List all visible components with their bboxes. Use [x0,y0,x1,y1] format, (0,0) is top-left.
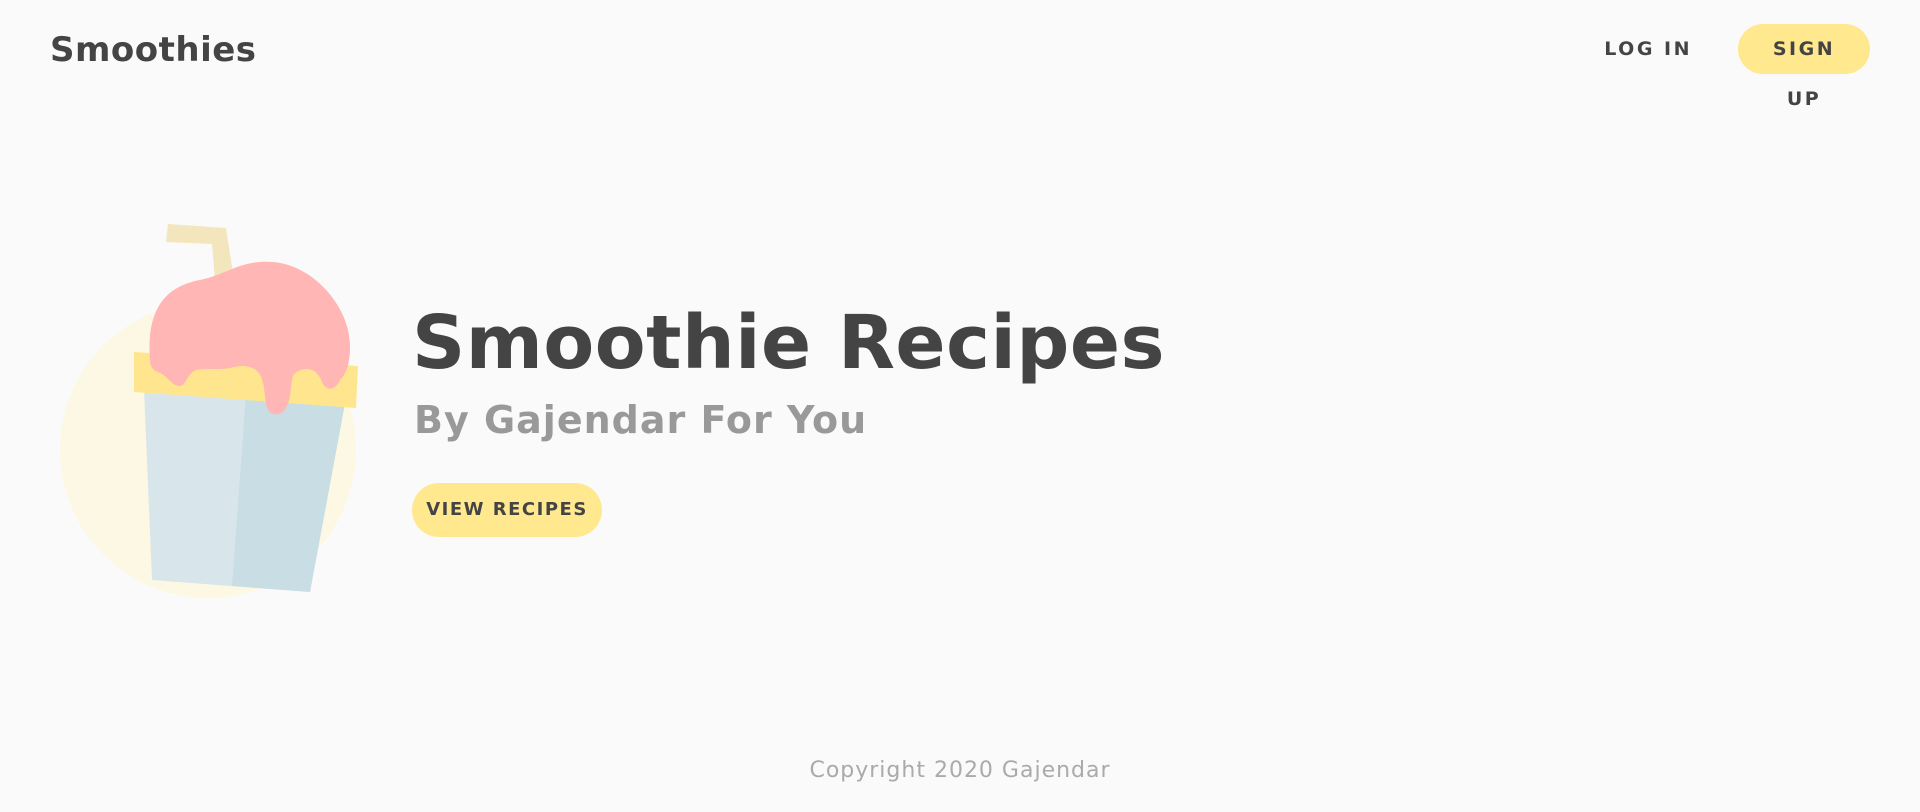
hero-subtitle: By Gajendar For You [414,398,868,442]
signup-button[interactable]: SIGN UP [1738,24,1870,110]
brand-logo[interactable]: Smoothies [50,30,257,70]
view-recipes-button[interactable]: VIEW RECIPES [412,483,602,537]
smoothie-cup-icon [60,224,358,598]
top-nav: LOG IN SIGN UP [1604,24,1870,110]
footer-copyright: Copyright 2020 Gajendar [809,758,1111,783]
hero-title: Smoothie Recipes [412,300,1166,386]
page: Smoothies LOG IN SIGN UP Smoothie Recipe… [0,0,1920,812]
login-link[interactable]: LOG IN [1604,38,1692,60]
